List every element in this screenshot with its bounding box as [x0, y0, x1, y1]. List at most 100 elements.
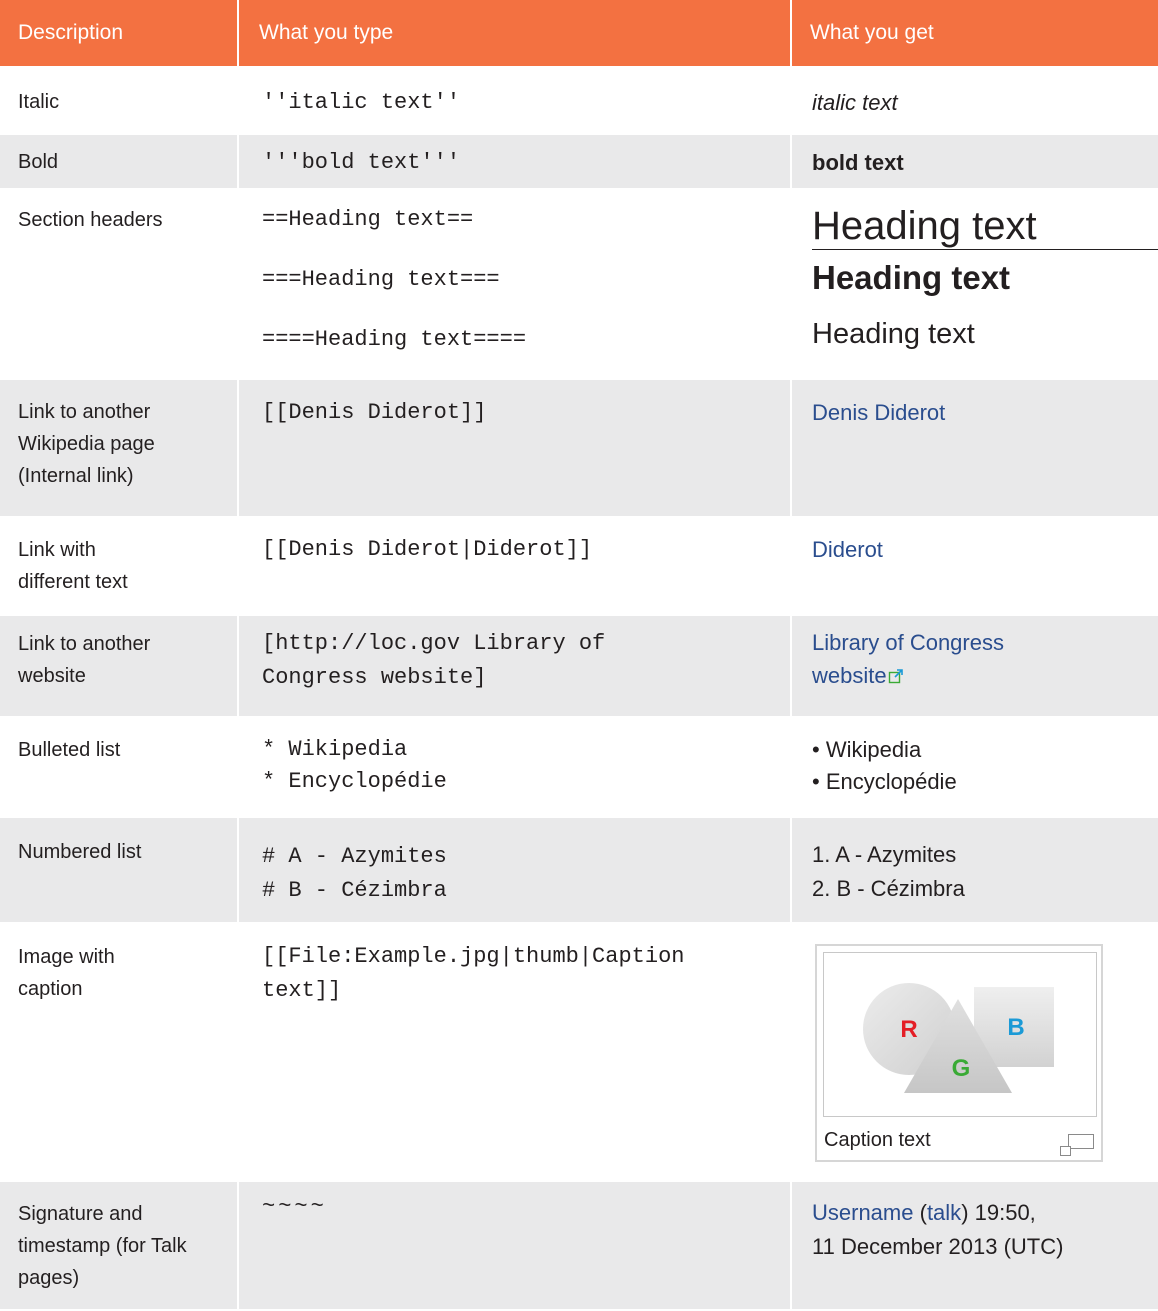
markup-cell: ==Heading text== ===Heading text=== ====…: [239, 190, 790, 378]
description-line: Link with: [18, 539, 96, 561]
description-line: caption: [18, 978, 83, 1000]
markup-cell: * Wikipedia * Encyclopédie: [239, 718, 790, 816]
markup-cell: [[File:Example.jpg|thumb|Caption text]]: [239, 924, 790, 1180]
heading-level-2: Heading text: [812, 204, 1037, 248]
description-cell: Image with caption: [0, 924, 237, 1180]
table-row-numbered-list: Numbered list # A - Azymites # B - Cézim…: [0, 818, 1158, 922]
description-cell: Link to another Wikipedia page (Internal…: [0, 380, 237, 516]
result-cell: Denis Diderot: [792, 380, 1158, 516]
description-line: different text: [18, 571, 128, 593]
markup-line: # B - Cézimbra: [262, 878, 447, 903]
timestamp-time: ) 19:50,: [961, 1200, 1036, 1225]
description-cell: Section headers: [0, 190, 237, 378]
markup-line: [[File:Example.jpg|thumb|Caption: [262, 944, 685, 969]
talk-link[interactable]: talk: [927, 1200, 961, 1225]
piped-link[interactable]: Diderot: [812, 537, 883, 562]
description-cell: Link to another website: [0, 616, 237, 716]
markup-line: Congress website]: [262, 665, 487, 690]
markup-line: text]]: [262, 978, 342, 1003]
signature-line-1: Username (talk) 19:50,: [812, 1196, 1158, 1230]
markup-text: ~~~~: [262, 1194, 327, 1219]
list-item: • Encyclopédie: [812, 769, 957, 794]
markup-line: * Wikipedia: [262, 737, 408, 762]
heading-level-4: Heading text: [812, 318, 975, 350]
bold-result: bold text: [812, 150, 904, 175]
description-line: Link to another: [18, 633, 151, 655]
header-what-you-get: What you get: [792, 0, 1158, 66]
markup-line: [http://loc.gov Library of: [262, 631, 606, 656]
list-item: 1. A - Azymites: [812, 842, 957, 867]
header-description: Description: [0, 0, 237, 66]
markup-text: '''bold text''': [262, 150, 461, 175]
table-row-piped-link: Link with different text [[Denis Diderot…: [0, 518, 1158, 614]
description-cell: Numbered list: [0, 818, 237, 922]
italic-result: italic text: [812, 90, 898, 115]
thumbnail-image[interactable]: R G B: [823, 952, 1097, 1117]
result-cell: Diderot: [792, 518, 1158, 614]
result-cell: Heading text Heading text Heading text: [792, 190, 1158, 378]
result-cell: bold text: [792, 135, 1158, 188]
list-item: 2. B - Cézimbra: [812, 876, 965, 901]
username-link[interactable]: Username: [812, 1200, 913, 1225]
image-thumbnail[interactable]: R G B Caption text: [815, 944, 1103, 1162]
paren-open: (: [913, 1200, 927, 1225]
markup-h2: ==Heading text==: [262, 207, 474, 232]
markup-cell: [http://loc.gov Library of Congress webs…: [239, 616, 790, 716]
description-line: website: [18, 665, 86, 687]
letter-g: G: [952, 1055, 971, 1082]
table-header-row: Description What you type What you get: [0, 0, 1158, 66]
markup-line: # A - Azymites: [262, 844, 447, 869]
description-cell: Link with different text: [0, 518, 237, 614]
markup-cell: '''bold text''': [239, 135, 790, 188]
markup-cell: ~~~~: [239, 1182, 790, 1309]
description-line: Link to another: [18, 401, 151, 423]
result-cell: italic text: [792, 68, 1158, 133]
markup-cell: [[Denis Diderot]]: [239, 380, 790, 516]
description-line: Signature and: [18, 1203, 143, 1225]
markup-text: ''italic text'': [262, 90, 461, 115]
letter-b: B: [1007, 1014, 1024, 1041]
markup-cell: [[Denis Diderot|Diderot]]: [239, 518, 790, 614]
external-link-line-1[interactable]: Library of Congress: [812, 626, 1158, 659]
table-row-signature: Signature and timestamp (for Talk pages)…: [0, 1182, 1158, 1309]
result-cell: • Wikipedia • Encyclopédie: [792, 718, 1158, 816]
description-cell: Signature and timestamp (for Talk pages): [0, 1182, 237, 1309]
enlarge-icon[interactable]: [1060, 1134, 1094, 1156]
description-line: timestamp (for Talk: [18, 1235, 187, 1257]
rgb-shapes-illustration: R G B: [863, 983, 1054, 1093]
result-cell: 1. A - Azymites 2. B - Cézimbra: [792, 818, 1158, 922]
description-line: Wikipedia page: [18, 433, 155, 455]
markup-cell: # A - Azymites # B - Cézimbra: [239, 818, 790, 922]
markup-text: [[Denis Diderot]]: [262, 400, 487, 425]
table-row-image-caption: Image with caption [[File:Example.jpg|th…: [0, 924, 1158, 1180]
markup-h4: ====Heading text====: [262, 327, 527, 352]
description-line: Image with: [18, 946, 115, 968]
description-cell: Bold: [0, 135, 237, 188]
table-row-section-headers: Section headers ==Heading text== ===Head…: [0, 190, 1158, 378]
markup-line: * Encyclopédie: [262, 769, 447, 794]
table-row-bold: Bold '''bold text''' bold text: [0, 135, 1158, 188]
table-row-external-link: Link to another website [http://loc.gov …: [0, 616, 1158, 716]
markup-cell: ''italic text'': [239, 68, 790, 133]
signature-line-2: 11 December 2013 (UTC): [812, 1234, 1064, 1259]
markup-text: [[Denis Diderot|Diderot]]: [262, 537, 593, 562]
table-row-bulleted-list: Bulleted list * Wikipedia * Encyclopédie…: [0, 718, 1158, 816]
letter-r: R: [900, 1016, 917, 1043]
result-cell: Library of Congress website: [792, 616, 1158, 716]
description-cell: Italic: [0, 68, 237, 133]
heading-underline: [812, 249, 1158, 250]
list-item: • Wikipedia: [812, 737, 922, 762]
result-cell: Username (talk) 19:50, 11 December 2013 …: [792, 1182, 1158, 1309]
internal-link[interactable]: Denis Diderot: [812, 400, 945, 425]
table-row-internal-link: Link to another Wikipedia page (Internal…: [0, 380, 1158, 516]
description-line: (Internal link): [18, 465, 134, 487]
markup-h3: ===Heading text===: [262, 267, 500, 292]
description-cell: Bulleted list: [0, 718, 237, 816]
table-row-italic: Italic ''italic text'' italic text: [0, 68, 1158, 133]
heading-level-3: Heading text: [812, 259, 1011, 296]
external-link-icon: [888, 669, 903, 684]
header-what-you-type: What you type: [239, 0, 790, 66]
thumbnail-caption: Caption text: [824, 1129, 931, 1151]
description-line: pages): [18, 1267, 80, 1289]
external-link-line-2[interactable]: website: [812, 663, 887, 688]
